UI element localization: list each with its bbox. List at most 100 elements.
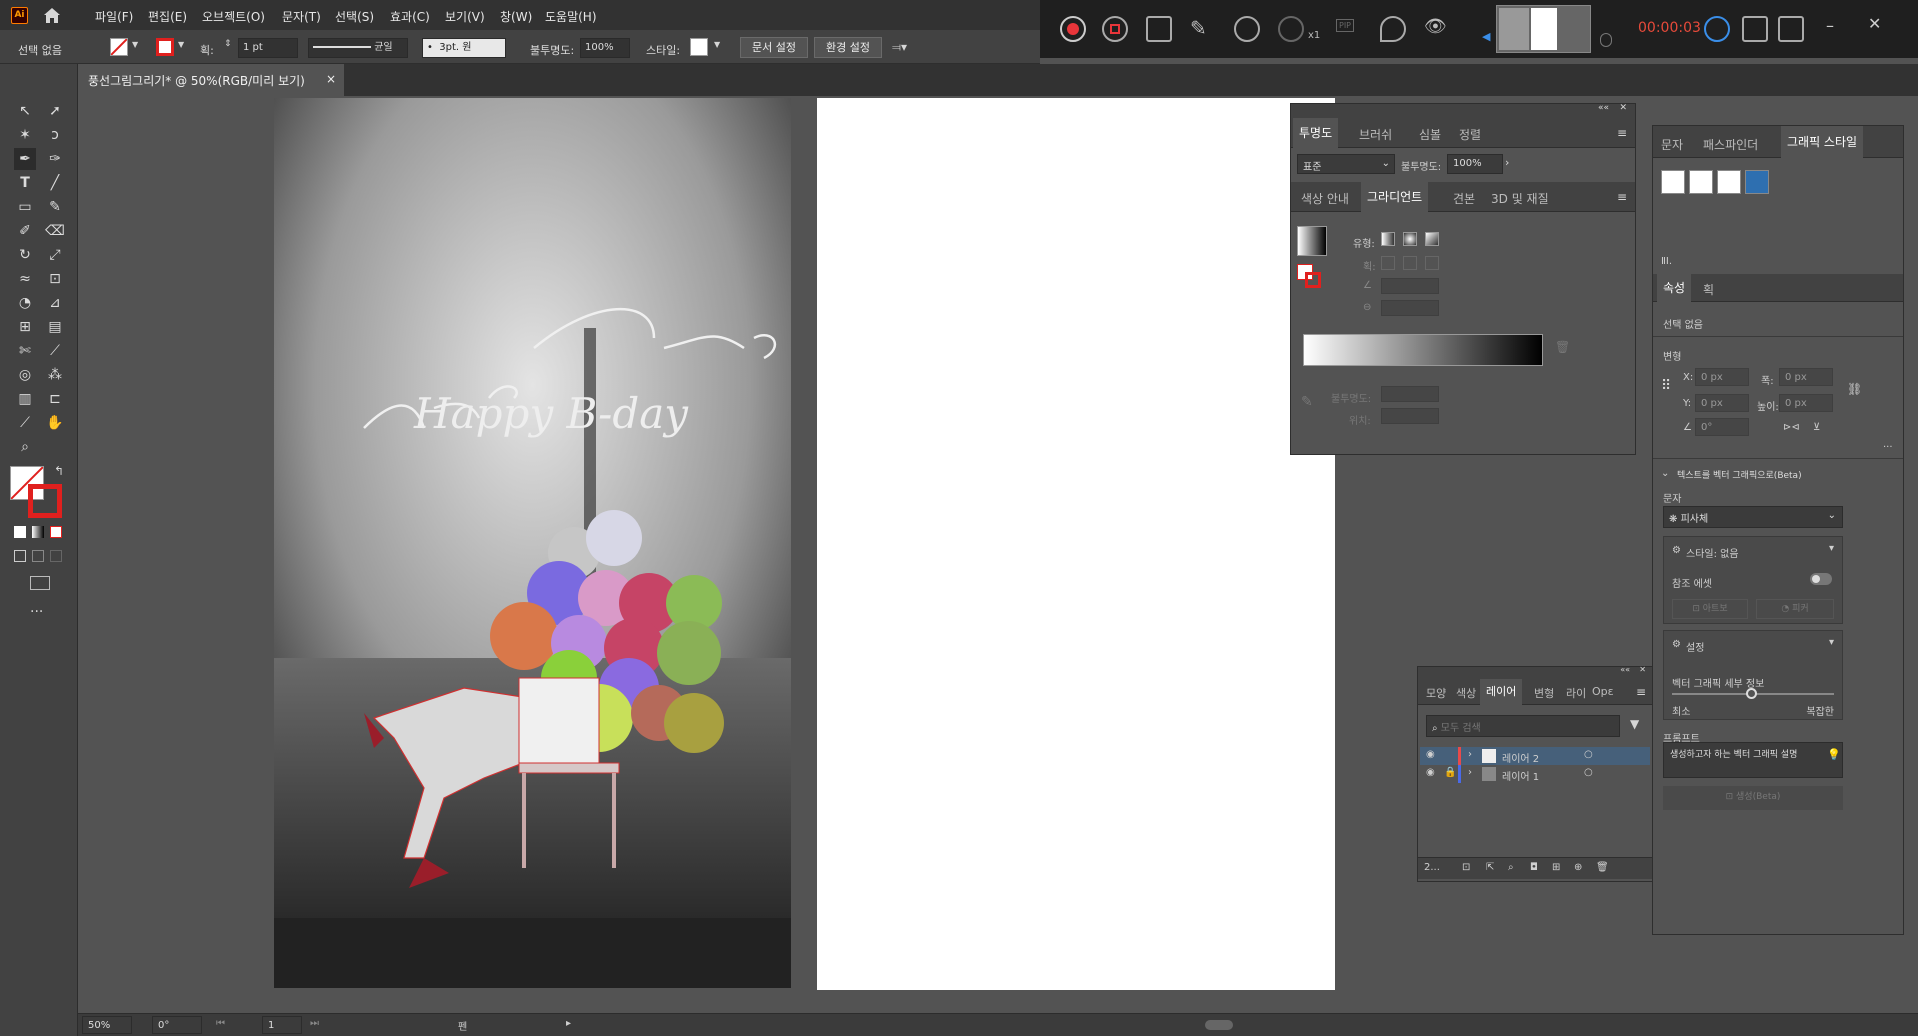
blend-mode-select[interactable]: 표준 ⌄ (1297, 154, 1395, 174)
record-icon[interactable] (1060, 16, 1086, 42)
horizontal-scrollbar[interactable] (585, 1018, 1915, 1032)
graphic-style-default[interactable] (1661, 170, 1685, 194)
minimize-icon[interactable]: – (1826, 16, 1834, 35)
gradient-mode-icon[interactable] (32, 526, 44, 538)
scroll-thumb[interactable] (1205, 1020, 1233, 1030)
generate-button[interactable]: ⊡ 생성(Beta) (1663, 786, 1843, 810)
expand-chevron-icon[interactable]: › (1468, 749, 1472, 760)
eyedropper-icon[interactable]: ✎ (1301, 394, 1313, 410)
detail-slider-thumb[interactable] (1746, 688, 1757, 699)
x-input[interactable]: 0 px (1695, 368, 1749, 386)
lasso-tool-icon[interactable]: ↄ (44, 124, 66, 146)
close-icon[interactable]: ✕ (1868, 14, 1881, 33)
linear-gradient-icon[interactable] (1381, 232, 1395, 246)
stop-position-input[interactable] (1381, 408, 1439, 424)
column-graph-tool-icon[interactable]: ▥ (14, 388, 36, 410)
panel-menu-icon[interactable]: ≡ (1617, 126, 1627, 140)
artboard-number-select[interactable]: 1 (262, 1016, 302, 1034)
tab-symbols[interactable]: 심볼 (1419, 126, 1441, 143)
settings-heading[interactable]: 설정 (1686, 639, 1704, 654)
chevron-down-icon[interactable]: ⌄ (1661, 468, 1669, 479)
lock-icon[interactable]: 🔒 (1444, 767, 1456, 778)
measure-tool-icon[interactable]: ⟋ (44, 340, 66, 362)
blend-tool-icon[interactable]: ◎ (14, 364, 36, 386)
stroke-along-icon[interactable] (1403, 256, 1417, 270)
stroke-swatch[interactable] (156, 38, 174, 56)
export-icon[interactable]: ⇱ (1486, 862, 1494, 873)
gradient-slider[interactable] (1303, 334, 1543, 366)
none-mode-icon[interactable] (50, 526, 62, 538)
tab-3d-materials[interactable]: 3D 및 재질 (1491, 190, 1549, 207)
magic-wand-tool-icon[interactable]: ✶ (14, 124, 36, 146)
chevron-right-icon[interactable]: › (1505, 156, 1509, 169)
stepper-icon[interactable]: ⇕ (224, 39, 232, 49)
slice-tool-icon[interactable]: ⟋ (14, 412, 36, 434)
layer-row[interactable]: ◉ › 레이어 2 ○ (1420, 747, 1650, 765)
radial-gradient-icon[interactable] (1403, 232, 1417, 246)
graphic-style-4[interactable] (1745, 170, 1769, 194)
visibility-eye-icon[interactable]: ◉ (1426, 749, 1435, 760)
collapse-icon[interactable]: «« (1620, 665, 1630, 674)
gradient-swatch[interactable] (1297, 226, 1327, 256)
reference-asset-toggle[interactable] (1810, 573, 1832, 585)
chevron-down-icon[interactable]: ▼ (178, 40, 184, 49)
tab-graphic-styles[interactable]: 그래픽 스타일 (1781, 126, 1864, 158)
h-input[interactable]: 0 px (1779, 394, 1833, 412)
stroke-within-icon[interactable] (1381, 256, 1395, 270)
chevron-down-icon[interactable]: ▾ (1829, 637, 1834, 648)
fill-swatch[interactable] (110, 38, 128, 56)
panel-menu-icon[interactable]: ≡ (1617, 190, 1627, 204)
angle-input[interactable]: 0° (1695, 418, 1749, 436)
eye-icon[interactable]: 👁 (1424, 16, 1450, 42)
flip-horizontal-icon[interactable]: ⊳⊲ (1783, 422, 1800, 433)
tab-swatches[interactable]: 견본 (1453, 190, 1475, 207)
lightbulb-icon[interactable]: 💡 (1827, 748, 1841, 761)
tab-close-icon[interactable]: × (326, 72, 336, 86)
menu-help[interactable]: 도움말(H) (545, 8, 597, 25)
gradient-stroke-icon[interactable] (1305, 272, 1321, 288)
reference-point-icon[interactable]: ⠿ (1661, 378, 1671, 394)
tab-opentype[interactable]: Opε (1592, 685, 1614, 698)
document-setup-button[interactable]: 문서 설정 (740, 37, 808, 58)
close-icon[interactable]: ✕ (1619, 103, 1627, 113)
pen-tool-icon[interactable]: ✒ (14, 148, 36, 170)
symbol-sprayer-tool-icon[interactable]: ⁂ (44, 364, 66, 386)
tab-properties[interactable]: 속성 (1657, 274, 1692, 302)
more-options-icon[interactable]: ··· (1883, 442, 1893, 453)
perspective-grid-tool-icon[interactable]: ⊿ (44, 292, 66, 314)
draw-behind-icon[interactable] (32, 550, 44, 562)
aspect-input[interactable] (1381, 300, 1439, 316)
layer-name[interactable]: 레이어 1 (1502, 768, 1539, 783)
home-icon[interactable] (42, 6, 62, 24)
speaker-icon[interactable]: ◀ (1482, 30, 1496, 43)
free-transform-tool-icon[interactable]: ⊡ (44, 268, 66, 290)
close-icon[interactable]: ✕ (1639, 665, 1646, 674)
line-tool-icon[interactable]: ╱ (44, 172, 66, 194)
style-swatch[interactable] (690, 38, 708, 56)
collapse-icon[interactable]: «« (1598, 103, 1609, 113)
stroke-weight-input[interactable]: 1 pt (238, 38, 298, 58)
stroke-profile[interactable]: 균일 (308, 38, 408, 58)
menu-window[interactable]: 창(W) (500, 8, 532, 25)
document-tab[interactable]: 풍선그림그리기* @ 50%(RGB/미리 보기) × (78, 64, 344, 96)
tab-transform[interactable]: 변형 (1534, 685, 1554, 701)
expand-chevron-icon[interactable]: › (1468, 767, 1472, 778)
more-tools-icon[interactable]: ··· (30, 604, 43, 620)
tab-appearance[interactable]: 모양 (1426, 685, 1446, 701)
tab-gradient[interactable]: 그라디언트 (1361, 182, 1429, 212)
tab-transparency[interactable]: 투명도 (1293, 118, 1339, 148)
placed-photo[interactable]: Happy B-day (274, 98, 791, 988)
layer-row[interactable]: ◉ 🔒 › 레이어 1 ○ (1420, 765, 1650, 783)
chevron-down-icon[interactable]: ▼ (132, 40, 138, 49)
stop-icon[interactable] (1102, 16, 1128, 42)
zoom-in-icon[interactable] (1234, 16, 1260, 42)
stop-opacity-input[interactable] (1381, 386, 1439, 402)
swap-colors-icon[interactable]: ↰ (54, 464, 64, 478)
chevron-down-icon[interactable]: ▼ (714, 40, 720, 49)
tab-color-guide[interactable]: 색상 안내 (1301, 190, 1349, 207)
tab-align[interactable]: 정렬 (1459, 126, 1481, 143)
angle-input[interactable] (1381, 278, 1439, 294)
eyedropper-tool-icon[interactable]: ✄ (14, 340, 36, 362)
screen-mode-icon[interactable] (30, 576, 50, 590)
direct-selection-tool-icon[interactable]: ➚ (44, 100, 66, 122)
